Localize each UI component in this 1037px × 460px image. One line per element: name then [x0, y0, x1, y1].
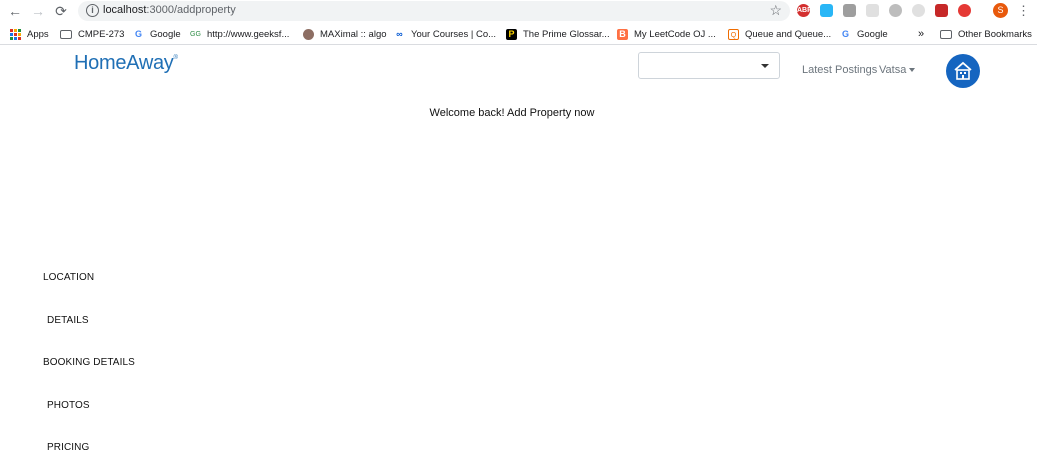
- bookmark-leetcode[interactable]: B My LeetCode OJ ...: [617, 27, 716, 41]
- homeaway-logo[interactable]: HomeAway®: [74, 52, 178, 75]
- chevron-down-icon: [909, 68, 916, 73]
- bookmark-label: Other Bookmarks: [958, 28, 1032, 40]
- bookmark-label: CMPE-273: [78, 28, 125, 40]
- bookmark-maximal[interactable]: MAXimal :: algo: [303, 27, 387, 41]
- step-booking-details[interactable]: BOOKING DETAILS: [43, 357, 135, 368]
- bookmark-coursera[interactable]: ∞ Your Courses | Co...: [394, 27, 496, 41]
- folder-icon: [940, 29, 952, 39]
- bookmark-google[interactable]: G Google: [133, 27, 181, 41]
- bookmark-apps[interactable]: Apps: [10, 27, 49, 41]
- welcome-message: Welcome back! Add Property now: [429, 107, 595, 119]
- apps-grid-icon: [10, 28, 21, 40]
- browser-toolbar: ← → ⟳ i localhost:3000/addproperty ☆ ABP…: [0, 0, 1037, 22]
- step-location[interactable]: LOCATION: [43, 272, 94, 283]
- bookmarks-bar: Apps CMPE-273 G Google GG http://www.gee…: [0, 23, 1037, 45]
- prime-icon: P: [506, 28, 517, 40]
- folder-icon: [60, 29, 72, 39]
- info-icon[interactable]: i: [86, 4, 99, 17]
- bookmark-label: Google: [150, 28, 181, 40]
- homeaway-house-icon[interactable]: [946, 54, 980, 88]
- google-g-icon: G: [134, 28, 142, 39]
- coursera-icon: ∞: [396, 28, 403, 39]
- bookmark-label: My LeetCode OJ ...: [634, 28, 716, 40]
- bookmark-other[interactable]: Other Bookmarks: [940, 27, 1032, 41]
- header-select[interactable]: [638, 52, 780, 79]
- browser-menu-icon[interactable]: ⋮: [1017, 2, 1030, 20]
- step-photos[interactable]: PHOTOS: [47, 400, 90, 411]
- address-bar[interactable]: i localhost:3000/addproperty ☆: [78, 1, 790, 21]
- bookmark-geeksforgeeks[interactable]: GG http://www.geeksf...: [190, 27, 289, 41]
- adblock-extension-icon[interactable]: ABP: [797, 4, 812, 17]
- opera-extension-icon[interactable]: [958, 4, 971, 17]
- back-arrow-icon[interactable]: ←: [6, 2, 24, 20]
- logo-mark: ®: [173, 55, 178, 61]
- bookmark-label: Your Courses | Co...: [411, 28, 497, 40]
- bookmark-queue[interactable]: Q Queue and Queue...: [728, 27, 831, 41]
- blogger-icon: B: [617, 28, 628, 40]
- bookmark-google-2[interactable]: G Google: [840, 27, 888, 41]
- bookmark-star-icon[interactable]: ☆: [769, 2, 782, 19]
- bookmark-label: http://www.geeksf...: [207, 28, 290, 40]
- extension-icon[interactable]: [889, 4, 902, 17]
- step-pricing[interactable]: PRICING: [47, 442, 89, 453]
- bookmark-label: MAXimal :: algo: [320, 28, 387, 40]
- bookmark-label: Queue and Queue...: [745, 28, 832, 40]
- profile-avatar[interactable]: S: [993, 3, 1008, 18]
- extension-icon[interactable]: [912, 4, 925, 17]
- bookmark-label: The Prime Glossar...: [523, 28, 610, 40]
- logo-text: HomeAway: [74, 52, 174, 74]
- maximal-icon: [303, 28, 314, 40]
- google-g-icon: G: [841, 28, 849, 39]
- step-details[interactable]: DETAILS: [47, 315, 89, 326]
- chevron-down-icon: [761, 64, 769, 68]
- extension-icon[interactable]: [935, 4, 948, 17]
- url-text[interactable]: localhost:3000/addproperty: [103, 4, 236, 16]
- user-dropdown[interactable]: Vatsa: [879, 64, 916, 76]
- bookmark-cmpe273[interactable]: CMPE-273: [60, 27, 124, 41]
- extension-icon[interactable]: [866, 4, 879, 17]
- queue-icon: Q: [728, 28, 739, 40]
- latest-postings-link[interactable]: Latest Postings: [802, 64, 877, 76]
- reload-icon[interactable]: ⟳: [52, 2, 70, 20]
- forward-arrow-icon[interactable]: →: [29, 2, 47, 20]
- bookmarks-overflow-button[interactable]: »: [918, 27, 924, 41]
- geeksforgeeks-icon: GG: [190, 30, 201, 38]
- bookmark-label: Google: [857, 28, 888, 40]
- user-name: Vatsa: [879, 64, 907, 76]
- extension-icon[interactable]: [843, 4, 856, 17]
- bookmark-prime-glossary[interactable]: P The Prime Glossar...: [506, 27, 610, 41]
- extension-icon[interactable]: [820, 4, 833, 17]
- bookmark-label: Apps: [27, 28, 49, 40]
